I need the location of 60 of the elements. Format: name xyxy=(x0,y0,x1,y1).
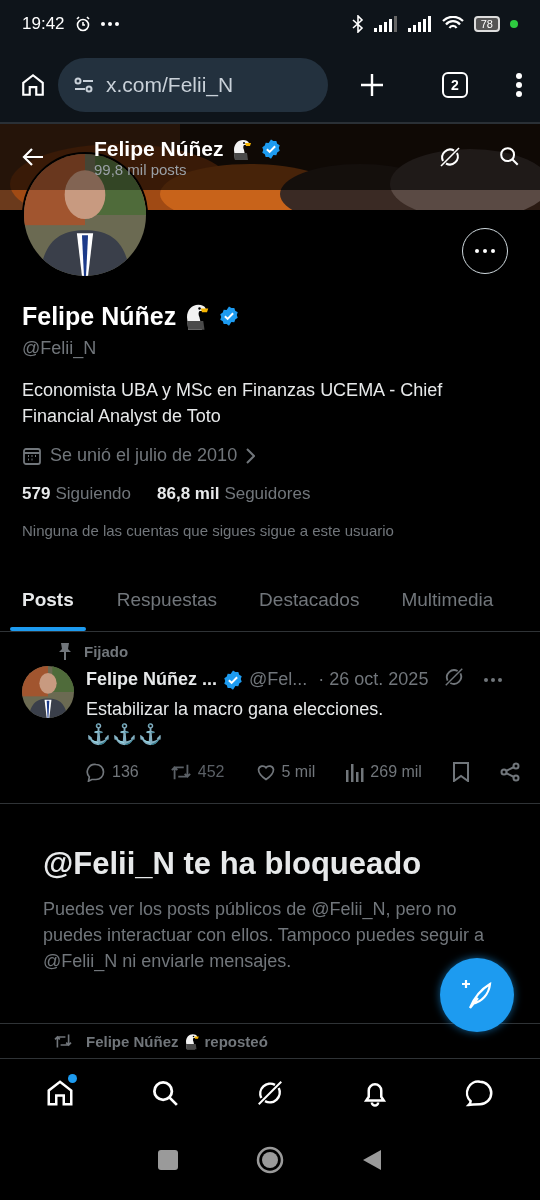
menu-icon[interactable] xyxy=(516,73,522,97)
profile-tab[interactable]: Multimedia xyxy=(380,569,515,631)
following-link[interactable]: 579 Siguiendo xyxy=(22,484,131,504)
blocked-message: Puedes ver los posts públicos de @Felii_N, pero no puedes interactuar con ellos. Tampoco puedes seguir a @Felii_N ni enviarle mensajes. xyxy=(43,898,485,974)
profile-name: Felipe Núñez xyxy=(22,301,177,331)
address-bar[interactable]: x.com/Felii_N xyxy=(58,58,328,112)
bluetooth-icon xyxy=(351,15,364,33)
like-button[interactable]: 5 mil xyxy=(255,762,316,782)
repost-label: reposteó xyxy=(204,1032,268,1050)
reply-icon xyxy=(86,762,106,782)
pin-icon xyxy=(58,642,72,660)
signal-icon xyxy=(373,16,398,32)
profile-tab[interactable]: Respuestas xyxy=(95,569,239,631)
home-button-icon[interactable] xyxy=(256,1146,284,1174)
back-icon[interactable] xyxy=(362,1149,382,1171)
clock-time: 19:42 xyxy=(22,14,65,34)
alarm-icon xyxy=(74,16,91,32)
profile-bio: Economista UBA y MSc en Finanzas UCEMA - Chief Financial Analyst de Toto xyxy=(22,379,444,428)
share-icon[interactable] xyxy=(500,762,520,782)
bookmark-icon[interactable] xyxy=(452,762,469,782)
calendar-icon xyxy=(22,445,42,466)
profile-handle: @Felii_N xyxy=(22,338,98,359)
post-date: · 26 oct. 2025 xyxy=(318,669,429,690)
more-icon xyxy=(475,249,495,253)
followers-link[interactable]: 86,8 mil Seguidores xyxy=(157,484,311,504)
wifi-icon xyxy=(441,16,464,32)
profile-tab[interactable]: Destacados xyxy=(238,569,381,631)
repost-button[interactable]: 452 xyxy=(169,762,225,782)
more-icon[interactable] xyxy=(484,677,503,682)
repost-icon xyxy=(169,762,192,782)
status-dot-icon xyxy=(510,20,518,28)
reposter-name[interactable]: Felipe Núñez xyxy=(86,1032,179,1050)
post-author[interactable]: Felipe Núñez ... xyxy=(86,669,218,690)
more-icon xyxy=(100,22,119,26)
followers-note: Ninguna de las cuentas que sigues sigue a este usuario xyxy=(22,522,395,539)
profile-tab[interactable]: Posts xyxy=(0,569,96,631)
views-button[interactable]: 269 mil xyxy=(346,762,422,782)
reply-button[interactable]: 136 xyxy=(86,762,139,782)
repost-icon xyxy=(52,1033,74,1049)
views-icon xyxy=(346,762,365,782)
post-handle: @Fel... xyxy=(249,669,308,690)
battery-level: 78 xyxy=(473,16,500,32)
home-icon[interactable] xyxy=(20,72,46,98)
tab-count-button[interactable]: 2 xyxy=(442,72,468,98)
heart-icon xyxy=(255,762,276,782)
anchor-emojis: ⚓⚓⚓ xyxy=(86,722,165,746)
more-button[interactable] xyxy=(462,228,508,274)
home-icon[interactable] xyxy=(45,1078,76,1108)
pinned-label: Fijado xyxy=(84,642,129,660)
chat-bubble-icon[interactable] xyxy=(464,1078,495,1108)
post-text: Estabilizar la macro gana elecciones. xyxy=(86,699,385,720)
join-date[interactable]: Se unió el julio de 2010 xyxy=(50,445,238,466)
url-text: x.com/Felii_N xyxy=(106,73,234,97)
blocked-title: @Felii_N te ha bloqueado xyxy=(43,846,423,882)
signal-icon xyxy=(407,16,432,32)
chevron-right-icon xyxy=(245,447,256,464)
slashed-circle-icon[interactable] xyxy=(255,1078,285,1108)
compose-button[interactable] xyxy=(440,958,514,1032)
plus-icon[interactable] xyxy=(360,73,384,97)
site-settings-icon[interactable] xyxy=(74,77,94,93)
